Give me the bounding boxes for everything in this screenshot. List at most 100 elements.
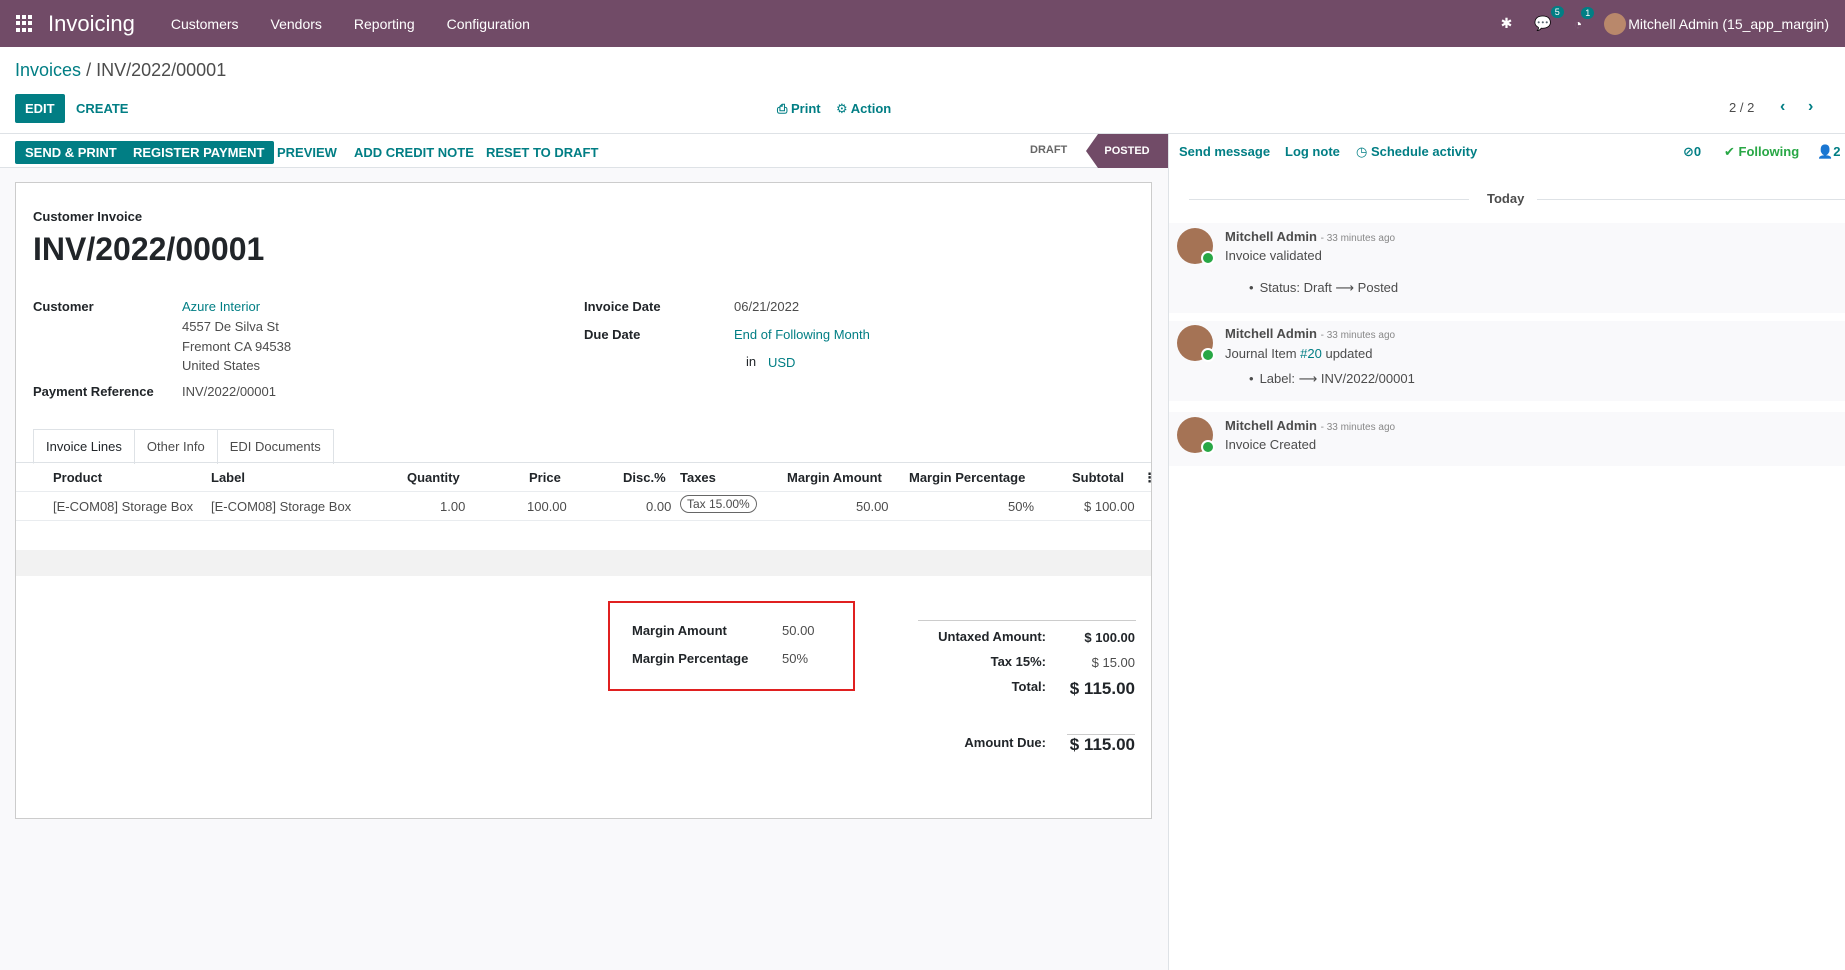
col-margin-amount[interactable]: Margin Amount	[787, 470, 882, 485]
author-name: Mitchell Admin	[1225, 418, 1317, 433]
send-message-button[interactable]: Send message	[1179, 144, 1270, 159]
currency-link[interactable]: USD	[768, 355, 795, 370]
menu-reporting[interactable]: Reporting	[354, 16, 415, 32]
add-credit-note-button[interactable]: ADD CREDIT NOTE	[344, 141, 484, 164]
message-body-suffix: updated	[1321, 346, 1373, 361]
amount-due-value: $ 115.00	[1069, 735, 1135, 754]
tab-divider	[16, 462, 1151, 463]
chatter-message: Mitchell Admin - 33 minutes ago Journal …	[1169, 321, 1845, 401]
line-subtotal[interactable]: $ 100.00	[1084, 499, 1135, 514]
col-disc[interactable]: Disc.%	[623, 470, 666, 485]
action-dropdown[interactable]: ⚙ Action	[836, 101, 891, 117]
optional-columns-icon[interactable]: ⋮	[1143, 470, 1156, 486]
preview-button[interactable]: PREVIEW	[267, 141, 347, 164]
payment-reference-value: INV/2022/00001	[182, 384, 276, 399]
user-menu[interactable]: Mitchell Admin (15_app_margin)	[1604, 12, 1829, 35]
attachments-button[interactable]: ⊘0	[1683, 144, 1701, 160]
total-label: Total:	[1011, 679, 1046, 694]
invoice-date-value: 06/21/2022	[734, 299, 800, 314]
line-label[interactable]: [E-COM08] Storage Box	[211, 499, 351, 514]
bug-icon[interactable]: ✱	[1501, 15, 1513, 32]
message-author[interactable]: Mitchell Admin - 33 minutes ago	[1225, 418, 1395, 433]
tab-other-info[interactable]: Other Info	[133, 429, 218, 464]
control-panel: Invoices / INV/2022/00001 EDIT CREATE ⎙ …	[0, 47, 1845, 134]
breadcrumb-separator: /	[86, 60, 92, 80]
author-avatar[interactable]	[1177, 417, 1215, 454]
app-title[interactable]: Invoicing	[48, 11, 135, 37]
messages-icon[interactable]: 💬 5	[1534, 6, 1564, 32]
activities-icon[interactable]: ◔ 1	[1574, 6, 1595, 32]
followers-button[interactable]: 👤2	[1817, 144, 1840, 160]
line-margin-percentage[interactable]: 50%	[1008, 499, 1034, 514]
line-disc[interactable]: 0.00	[646, 499, 671, 514]
pager-previous-icon[interactable]: ‹	[1780, 98, 1785, 116]
line-margin-amount[interactable]: 50.00	[856, 499, 889, 514]
message-author[interactable]: Mitchell Admin - 33 minutes ago	[1225, 326, 1395, 341]
main-navbar: Invoicing Customers Vendors Reporting Co…	[0, 0, 1845, 47]
today-divider-right	[1537, 199, 1845, 200]
empty-row-stripe	[16, 550, 1151, 576]
edit-button[interactable]: EDIT	[15, 94, 65, 123]
invoice-type: Customer Invoice	[33, 209, 143, 224]
row-divider	[16, 520, 1151, 521]
tab-invoice-lines[interactable]: Invoice Lines	[33, 429, 135, 464]
line-product[interactable]: [E-COM08] Storage Box	[53, 499, 193, 514]
menu-vendors[interactable]: Vendors	[271, 16, 322, 32]
today-label: Today	[1487, 191, 1525, 206]
line-tax-tag[interactable]: Tax 15.00%	[680, 495, 757, 513]
line-price[interactable]: 100.00	[527, 499, 567, 514]
message-author[interactable]: Mitchell Admin - 33 minutes ago	[1225, 229, 1395, 244]
schedule-activity-button[interactable]: ◷ Schedule activity	[1356, 144, 1477, 160]
untaxed-amount-label: Untaxed Amount:	[938, 629, 1046, 644]
due-date-label: Due Date	[584, 327, 641, 342]
line-quantity[interactable]: 1.00	[440, 499, 465, 514]
followers-count: 2	[1833, 144, 1841, 159]
apps-menu-icon[interactable]	[16, 14, 34, 33]
customer-label: Customer	[33, 299, 94, 314]
address-line1: 4557 De Silva St	[182, 319, 279, 334]
message-body: Invoice validated	[1225, 248, 1322, 263]
total-value: $ 115.00	[1069, 679, 1135, 698]
send-print-button[interactable]: SEND & PRINT	[15, 141, 127, 164]
payment-terms-link[interactable]: End of Following Month	[734, 327, 870, 342]
col-price[interactable]: Price	[529, 470, 561, 485]
reset-to-draft-button[interactable]: RESET TO DRAFT	[476, 141, 608, 164]
breadcrumb-invoices[interactable]: Invoices	[15, 60, 81, 80]
col-margin-percentage[interactable]: Margin Percentage	[909, 470, 1025, 485]
menu-customers[interactable]: Customers	[171, 16, 239, 32]
col-product[interactable]: Product	[53, 470, 102, 485]
col-quantity[interactable]: Quantity	[407, 470, 460, 485]
totals-divider	[918, 620, 1136, 621]
customer-link[interactable]: Azure Interior	[182, 299, 260, 314]
author-name: Mitchell Admin	[1225, 326, 1317, 341]
breadcrumb: Invoices / INV/2022/00001	[15, 60, 226, 81]
menu-configuration[interactable]: Configuration	[447, 16, 530, 32]
following-button[interactable]: ✔ Following	[1724, 144, 1799, 160]
author-name: Mitchell Admin	[1225, 229, 1317, 244]
message-time: - 33 minutes ago	[1320, 422, 1396, 433]
col-label[interactable]: Label	[211, 470, 245, 485]
col-subtotal[interactable]: Subtotal	[1072, 470, 1124, 485]
tab-edi-documents[interactable]: EDI Documents	[216, 429, 334, 464]
pager-value[interactable]: 2 / 2	[1729, 100, 1754, 115]
user-avatar	[1604, 12, 1627, 35]
print-label: Print	[791, 101, 821, 116]
attachments-count: 0	[1693, 144, 1702, 159]
status-bar: SEND & PRINT REGISTER PAYMENT PREVIEW AD…	[0, 134, 1168, 168]
messages-badge: 5	[1550, 6, 1564, 18]
message-body-prefix: Journal Item	[1225, 346, 1301, 361]
author-avatar[interactable]	[1177, 228, 1215, 265]
invoice-number: INV/2022/00001	[33, 231, 265, 267]
stage-draft[interactable]: DRAFT	[1030, 144, 1067, 156]
user-name: Mitchell Admin (15_app_margin)	[1628, 15, 1829, 32]
create-button[interactable]: CREATE	[76, 101, 128, 116]
register-payment-button[interactable]: REGISTER PAYMENT	[123, 141, 275, 164]
journal-item-link[interactable]: #20	[1300, 346, 1322, 361]
author-avatar[interactable]	[1177, 325, 1215, 362]
pager-next-icon[interactable]: ›	[1808, 98, 1813, 116]
check-icon: ✔	[1724, 144, 1739, 159]
tax-value: $ 15.00	[1091, 655, 1135, 670]
print-dropdown[interactable]: ⎙ Print	[777, 101, 821, 117]
log-note-button[interactable]: Log note	[1285, 144, 1340, 159]
col-taxes[interactable]: Taxes	[680, 470, 716, 485]
